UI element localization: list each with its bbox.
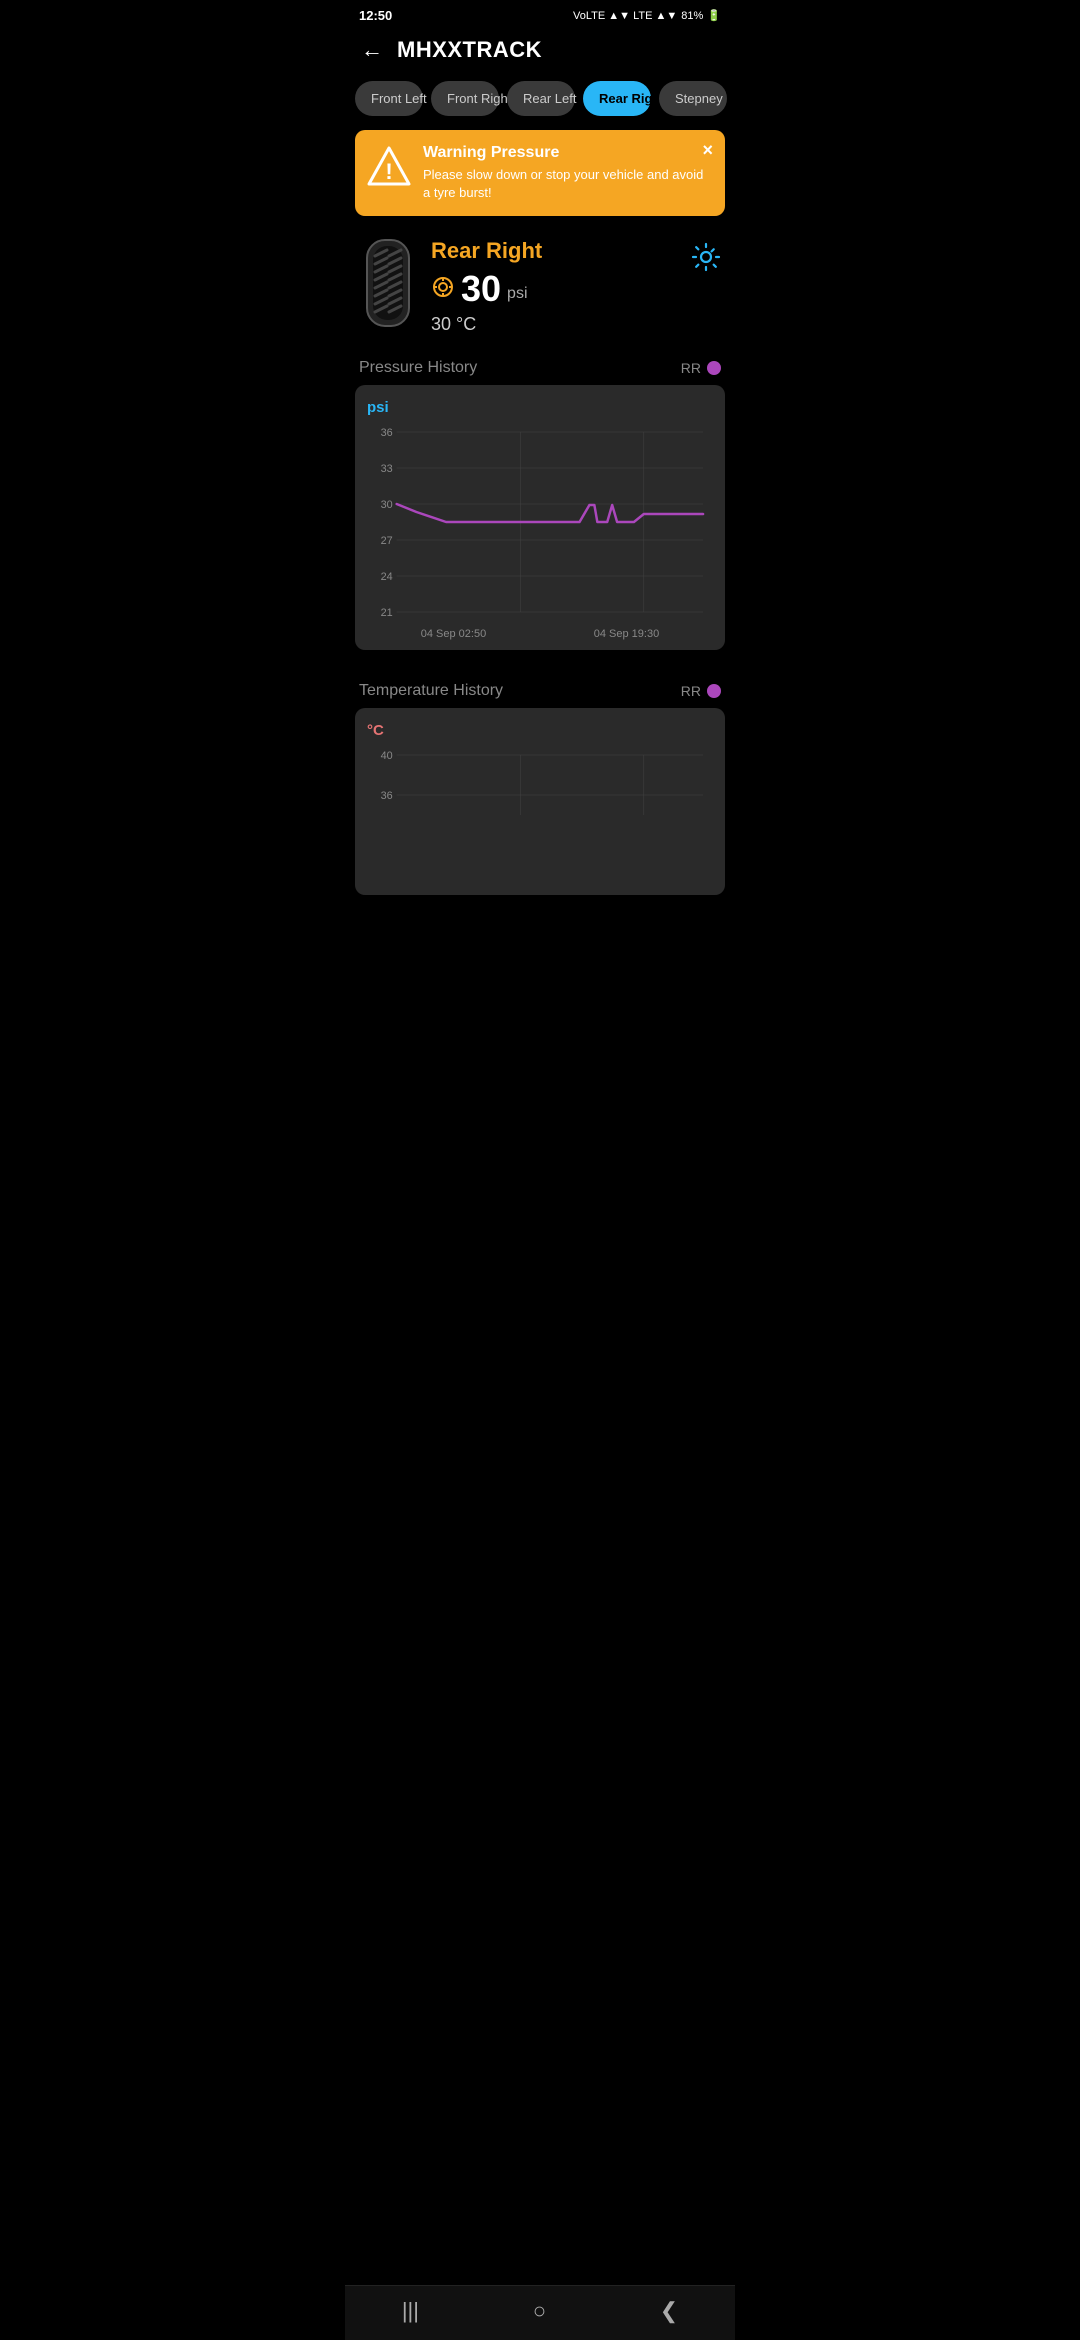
tab-rear-right[interactable]: Rear Right	[583, 81, 651, 116]
svg-text:36: 36	[381, 790, 393, 802]
pressure-chart-area: 36 33 30 27 24 21	[367, 422, 713, 622]
warning-triangle-icon: !	[367, 144, 411, 195]
tire-temperature: 30 °C	[431, 314, 677, 335]
tab-front-left[interactable]: Front Left	[355, 81, 423, 116]
temperature-chart-container: °C 40 36	[355, 708, 725, 895]
svg-text:!: !	[385, 159, 392, 184]
pressure-chart-x-labels: 04 Sep 02:50 04 Sep 19:30	[367, 628, 713, 640]
warning-close-button[interactable]: ×	[702, 140, 713, 161]
nav-back[interactable]: ❮	[660, 2298, 678, 2324]
pressure-value: 30	[461, 268, 501, 310]
warning-banner: ! Warning Pressure Please slow down or s…	[355, 130, 725, 216]
pressure-x-label-1: 04 Sep 02:50	[421, 628, 486, 640]
pressure-legend: RR	[681, 360, 721, 376]
tire-info-section: Rear Right 30 psi 30 °C	[345, 230, 735, 345]
pressure-chart-container: psi 36 33 30 27 24 21 04 Sep 02:50	[355, 385, 725, 650]
svg-text:24: 24	[381, 571, 393, 583]
svg-text:40: 40	[381, 750, 393, 762]
temperature-chart-y-label: °C	[367, 722, 713, 739]
tab-front-right[interactable]: Front Right	[431, 81, 499, 116]
pressure-history-title: Pressure History	[359, 359, 477, 377]
nav-recent-apps[interactable]: |||	[402, 2298, 419, 2324]
tire-icon	[359, 238, 417, 328]
pressure-x-label-2: 04 Sep 19:30	[594, 628, 659, 640]
svg-text:30: 30	[381, 499, 393, 511]
warning-title: Warning Pressure	[423, 144, 711, 162]
status-right: VoLTE ▲▼ LTE ▲▼ 81% 🔋	[573, 9, 721, 22]
pressure-icon	[431, 275, 455, 304]
temperature-chart-svg: 40 36	[367, 745, 713, 825]
pressure-chart-y-label: psi	[367, 399, 713, 416]
temperature-legend-dot	[707, 684, 721, 698]
settings-button[interactable]	[691, 242, 721, 279]
tab-stepney[interactable]: Stepney	[659, 81, 727, 116]
nav-home[interactable]: ○	[533, 2298, 546, 2324]
svg-text:36: 36	[381, 427, 393, 439]
pressure-history-header: Pressure History RR	[345, 345, 735, 385]
temperature-legend-label: RR	[681, 683, 701, 699]
temperature-history-title: Temperature History	[359, 682, 503, 700]
tire-name: Rear Right	[431, 238, 677, 264]
signal-icon: VoLTE ▲▼ LTE ▲▼	[573, 10, 677, 22]
pressure-legend-label: RR	[681, 360, 701, 376]
warning-text-block: Warning Pressure Please slow down or sto…	[423, 144, 711, 202]
svg-text:21: 21	[381, 607, 393, 619]
pressure-unit: psi	[507, 285, 527, 303]
tabs-row: Front Left Front Right Rear Left Rear Ri…	[345, 75, 735, 130]
tire-pressure-row: 30 psi	[431, 268, 677, 310]
bottom-nav: ||| ○ ❮	[345, 2285, 735, 2340]
status-bar: 12:50 VoLTE ▲▼ LTE ▲▼ 81% 🔋	[345, 0, 735, 27]
status-time: 12:50	[359, 8, 392, 23]
temperature-legend: RR	[681, 683, 721, 699]
svg-text:33: 33	[381, 463, 393, 475]
header: ← MHXXTRACK	[345, 27, 735, 75]
back-button[interactable]: ←	[361, 39, 383, 61]
app-title: MHXXTRACK	[397, 37, 542, 63]
warning-body: Please slow down or stop your vehicle an…	[423, 166, 711, 202]
temperature-chart-area: 40 36	[367, 745, 713, 825]
battery-level: 81%	[681, 10, 703, 22]
temperature-history-header: Temperature History RR	[345, 668, 735, 708]
svg-text:27: 27	[381, 535, 393, 547]
tab-rear-left[interactable]: Rear Left	[507, 81, 575, 116]
pressure-chart-svg: 36 33 30 27 24 21	[367, 422, 713, 622]
tire-details: Rear Right 30 psi 30 °C	[431, 238, 677, 335]
pressure-legend-dot	[707, 361, 721, 375]
battery-icon: 🔋	[707, 9, 721, 22]
